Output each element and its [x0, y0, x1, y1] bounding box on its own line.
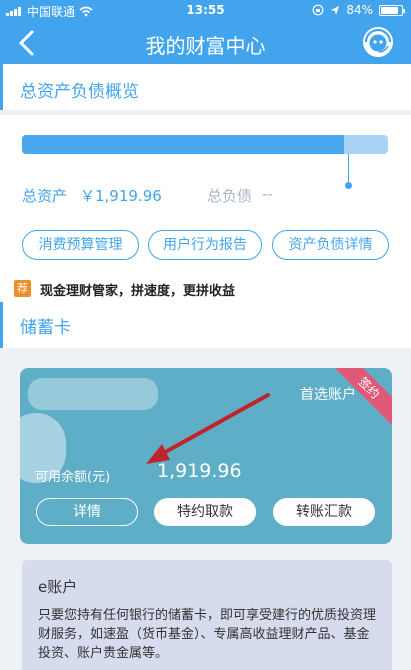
- card-number-blurred: [28, 378, 158, 410]
- location-icon: [331, 5, 340, 15]
- asset-overview: 总资产 ￥1,919.96 总负债 -- 消费预算管理 用户行为报告 资产负债详…: [0, 115, 411, 275]
- nav-bar: 我的财富中心: [0, 22, 411, 64]
- e-account-description: 只要您持有任何银行的储蓄卡，即可享受建行的优质投资理财服务，如速盈（货币基金）、…: [38, 608, 377, 661]
- savings-section-header: 储蓄卡: [0, 302, 411, 348]
- recommend-badge: 荐: [14, 280, 31, 297]
- preferred-account-label: 首选账户: [300, 387, 356, 403]
- orientation-lock-icon: [312, 4, 324, 16]
- budget-management-button[interactable]: 消费预算管理: [22, 230, 139, 260]
- section-accent: [0, 64, 3, 110]
- available-balance-value: 1,919.96: [157, 460, 242, 482]
- savings-title: 储蓄卡: [20, 318, 71, 338]
- battery-icon: [379, 4, 405, 16]
- card-details-button[interactable]: 详情: [36, 498, 138, 526]
- asset-bar-fill: [22, 135, 345, 154]
- behavior-report-button[interactable]: 用户行为报告: [148, 230, 262, 260]
- e-account-title: e账户: [38, 578, 78, 596]
- transfer-button[interactable]: 转账汇款: [273, 498, 375, 526]
- special-withdrawal-button[interactable]: 特约取款: [154, 498, 256, 526]
- status-bar: 中国联通 13:55 84%: [0, 0, 411, 22]
- total-liabilities-value: --: [262, 185, 273, 203]
- page-title: 我的财富中心: [145, 34, 266, 58]
- promo-text: 现金理财管家，拼速度，更拼收益: [40, 284, 236, 299]
- overview-title: 总资产负债概览: [20, 82, 139, 102]
- battery-percent: 84%: [346, 3, 373, 17]
- section-accent: [0, 302, 3, 348]
- promo-banner[interactable]: 荐 现金理财管家，拼速度，更拼收益: [0, 275, 411, 302]
- total-liabilities-label: 总负债: [207, 187, 253, 205]
- customer-service-icon[interactable]: [361, 25, 395, 59]
- bar-marker-dot: [345, 182, 352, 189]
- status-right: 84%: [312, 3, 405, 17]
- bar-marker-line: [348, 154, 349, 184]
- total-assets-value: ￥1,919.96: [80, 187, 162, 205]
- savings-card[interactable]: 首选账户 签约 可用余额(元) 1,919.96 详情 特约取款 转账汇款: [20, 368, 392, 544]
- e-account-card[interactable]: e账户 只要您持有任何银行的储蓄卡，即可享受建行的优质投资理财服务，如速盈（货币…: [22, 560, 392, 670]
- app-header: 中国联通 13:55 84% 我的财富中心: [0, 0, 411, 64]
- total-assets-label: 总资产: [22, 187, 68, 205]
- overview-section-header: 总资产负债概览: [0, 64, 411, 110]
- available-balance-label: 可用余额(元): [35, 470, 111, 485]
- asset-liability-details-button[interactable]: 资产负债详情: [272, 230, 389, 260]
- asset-liability-bar: [22, 135, 388, 154]
